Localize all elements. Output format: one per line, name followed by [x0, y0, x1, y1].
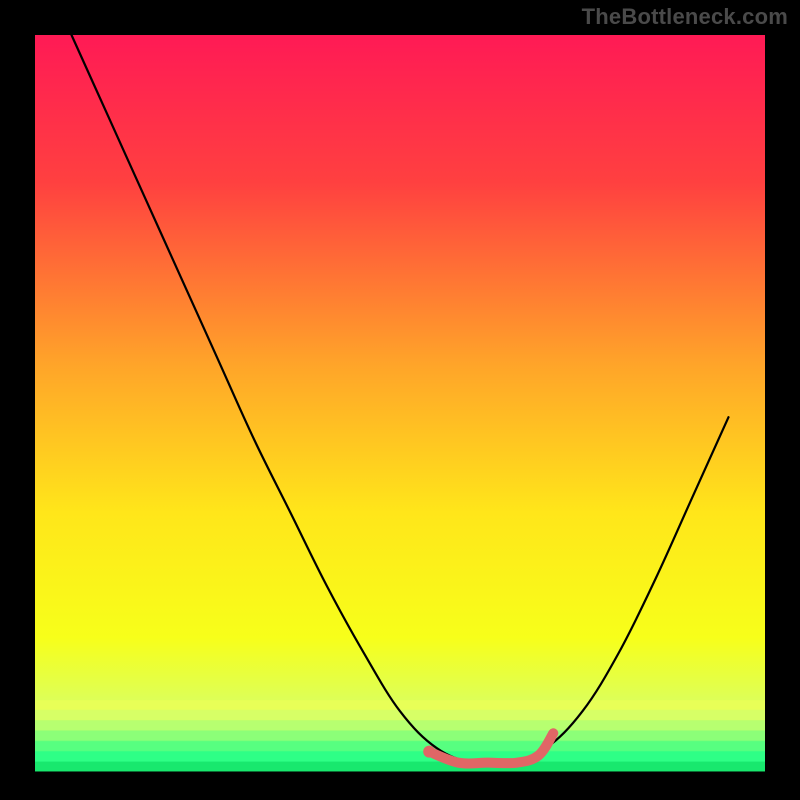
bottom-band [35, 731, 765, 741]
bottleneck-chart [0, 0, 800, 800]
bottom-band [35, 762, 765, 772]
highlight-start-dot [423, 746, 435, 758]
bottom-band [35, 721, 765, 731]
chart-stage: TheBottleneck.com [0, 0, 800, 800]
bottom-band [35, 741, 765, 751]
gradient-background [35, 35, 765, 770]
bottom-band [35, 752, 765, 762]
bottom-band [35, 700, 765, 710]
